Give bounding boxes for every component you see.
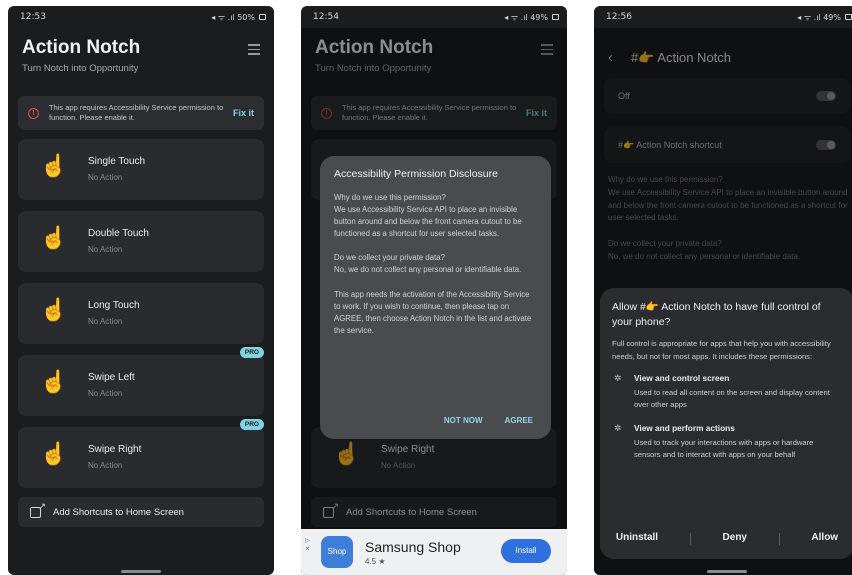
status-time: 12:54 [313, 12, 339, 22]
status-time: 12:53 [20, 12, 46, 22]
dialog-body: Why do we use this permission? We use Ac… [334, 193, 532, 335]
install-button[interactable]: Install [501, 539, 551, 563]
allow-button[interactable]: Allow [811, 532, 838, 545]
external-link-icon [30, 501, 46, 518]
permission-item: ✲ View and control screen Used to read a… [612, 373, 842, 411]
alert-icon: ! [28, 107, 39, 119]
permission-title: View and perform actions [634, 423, 735, 433]
pro-badge: PRO [239, 419, 264, 430]
banner-text: This app requires Accessibility Service … [49, 102, 224, 123]
ad-info-icon[interactable]: ▷ ✕ [304, 537, 311, 553]
agree-button[interactable]: AGREE [505, 416, 533, 425]
hand-long-touch-icon: ☝ [40, 297, 68, 322]
accessibility-icon: ✲ [614, 423, 622, 433]
phone-screen-main: 12:53 ◂ ᯤ .ıl 50% Action Notch Turn Notc… [8, 6, 274, 575]
disclosure-dialog: Accessibility Permission Disclosure Why … [320, 156, 551, 439]
hand-swipe-right-icon: ☝ [40, 441, 68, 466]
card-subtitle: No Action [88, 173, 123, 182]
add-shortcuts-button[interactable]: Add Shortcuts to Home Screen [18, 497, 264, 527]
shortcut-label: Add Shortcuts to Home Screen [53, 506, 184, 518]
battery-icon [259, 14, 266, 20]
deny-button[interactable]: Deny [723, 532, 747, 545]
status-icons: ◂ ᯤ .ıl 49% [797, 12, 841, 22]
settings-icon[interactable] [248, 44, 260, 55]
card-subtitle: No Action [88, 461, 123, 470]
card-long-touch[interactable]: ☝ Long Touch No Action [18, 283, 264, 344]
permission-desc: Used to track your interactions with app… [634, 438, 814, 460]
phone-screen-disclosure: 12:54 ◂ ᯤ .ıl 49% Action Notch Turn Notc… [301, 6, 567, 575]
dialog-title: Accessibility Permission Disclosure [334, 168, 498, 180]
card-title: Double Touch [88, 228, 149, 239]
pro-badge: PRO [239, 347, 264, 358]
status-bar: 12:53 ◂ ᯤ .ıl 50% [8, 6, 274, 28]
card-subtitle: No Action [88, 389, 123, 398]
permission-desc: Used to read all content on the screen a… [634, 387, 830, 409]
permission-item: ✲ View and perform actions Used to track… [612, 423, 842, 461]
ad-app-logo: Shop [321, 536, 353, 568]
card-subtitle: No Action [88, 245, 123, 254]
ad-rating: 4.5 ★ [365, 556, 386, 566]
permission-title: View and control screen [634, 372, 730, 383]
sheet-title: Allow #👉 Action Notch to have full contr… [612, 301, 821, 329]
hand-double-touch-icon: ☝ [40, 225, 68, 250]
card-title: Single Touch [88, 156, 146, 167]
uninstall-button[interactable]: Uninstall [616, 532, 658, 545]
gesture-bar [707, 570, 747, 573]
battery-icon [845, 14, 852, 20]
app-title: Action Notch [22, 37, 141, 58]
battery-icon [552, 14, 559, 20]
ad-app-name: Samsung Shop [365, 538, 461, 555]
divider [689, 533, 691, 545]
full-control-sheet: Allow #👉 Action Notch to have full contr… [600, 288, 852, 559]
divider [778, 533, 780, 545]
hand-touch-icon: ☝ [40, 153, 68, 178]
sheet-description: Full control is appropriate for apps tha… [612, 339, 831, 361]
card-subtitle: No Action [88, 317, 123, 326]
card-title: Long Touch [88, 300, 140, 311]
hand-swipe-left-icon: ☝ [40, 369, 68, 394]
gesture-bar [121, 570, 161, 573]
not-now-button[interactable]: NOT NOW [444, 416, 483, 425]
card-single-touch[interactable]: ☝ Single Touch No Action [18, 139, 264, 200]
status-icons: ◂ ᯤ .ıl 50% [211, 12, 255, 22]
status-time: 12:56 [606, 12, 632, 22]
accessibility-icon: ✲ [614, 372, 622, 383]
status-bar: 12:56 ◂ ᯤ .ıl 49% [594, 6, 852, 28]
fix-it-button[interactable]: Fix it [233, 108, 254, 118]
card-swipe-left[interactable]: PRO ☝ Swipe Left No Action [18, 347, 264, 416]
card-double-touch[interactable]: ☝ Double Touch No Action [18, 211, 264, 272]
status-icons: ◂ ᯤ .ıl 49% [504, 12, 548, 22]
permission-banner: ! This app requires Accessibility Servic… [18, 96, 264, 130]
phone-screen-accessibility-settings: 12:56 ◂ ᯤ .ıl 49% ‹ #👉 Action Notch Off … [594, 6, 852, 575]
status-bar: 12:54 ◂ ᯤ .ıl 49% [301, 6, 567, 28]
ad-banner[interactable]: ▷ ✕ Shop Samsung Shop 4.5 ★ Install [301, 529, 567, 575]
card-title: Swipe Right [88, 444, 142, 455]
card-title: Swipe Left [88, 372, 135, 383]
card-swipe-right[interactable]: PRO ☝ Swipe Right No Action [18, 419, 264, 488]
app-subtitle: Turn Notch into Opportunity [22, 63, 139, 74]
